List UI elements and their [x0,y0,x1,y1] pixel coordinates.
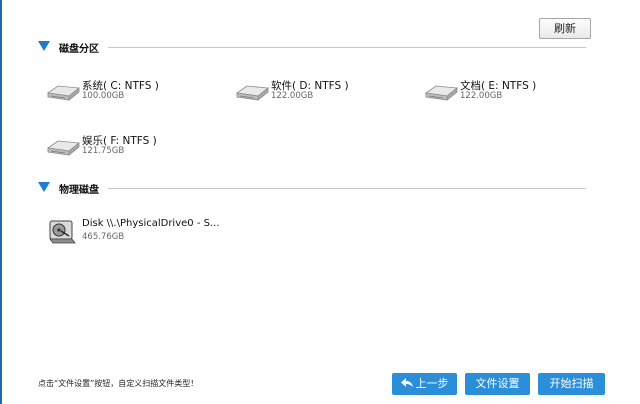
physical-disk-icon [49,220,76,244]
section-divider [108,47,586,48]
partitions-section-title: 磁盘分区 [59,44,99,55]
physical-disk-size: 465.76GB [82,232,125,242]
partition-size: 121.75GB [82,146,125,156]
hard-drive-icon [46,140,80,156]
window-left-border [0,0,2,404]
back-button-label: 上一步 [415,377,449,390]
partition-size: 122.00GB [271,91,314,101]
partitions-section-header[interactable]: 磁盘分区 [38,40,586,55]
footer-hint-text: 点击“文件设置”按钮，自定义扫描文件类型！ [38,379,199,388]
back-arrow-icon [400,373,413,395]
back-button[interactable]: 上一步 [392,373,457,395]
partition-item-c[interactable]: 系统( C: NTFS ) 100.00GB [46,78,216,108]
partition-size: 100.00GB [82,91,125,101]
partition-size: 122.00GB [460,91,503,101]
start-scan-button[interactable]: 开始扫描 [538,373,605,395]
hard-drive-icon [235,85,269,101]
hard-drive-icon [46,85,80,101]
physical-section-header[interactable]: 物理磁盘 [38,181,586,196]
hard-drive-icon [424,85,458,101]
physical-disk-item[interactable]: Disk \\.\PhysicalDrive0 - S... 465.76GB [48,215,248,249]
physical-section-title: 物理磁盘 [59,185,99,196]
partition-item-f[interactable]: 娱乐( F: NTFS ) 121.75GB [46,133,216,163]
file-settings-button[interactable]: 文件设置 [465,373,530,395]
refresh-button[interactable]: 刷新 [539,18,591,39]
collapse-triangle-icon[interactable] [38,41,50,51]
collapse-triangle-icon[interactable] [38,182,50,192]
physical-disk-label: Disk \\.\PhysicalDrive0 - S... [82,218,220,229]
partition-item-d[interactable]: 软件( D: NTFS ) 122.00GB [235,78,405,108]
section-divider [108,188,586,189]
partition-item-e[interactable]: 文档( E: NTFS ) 122.00GB [424,78,594,108]
